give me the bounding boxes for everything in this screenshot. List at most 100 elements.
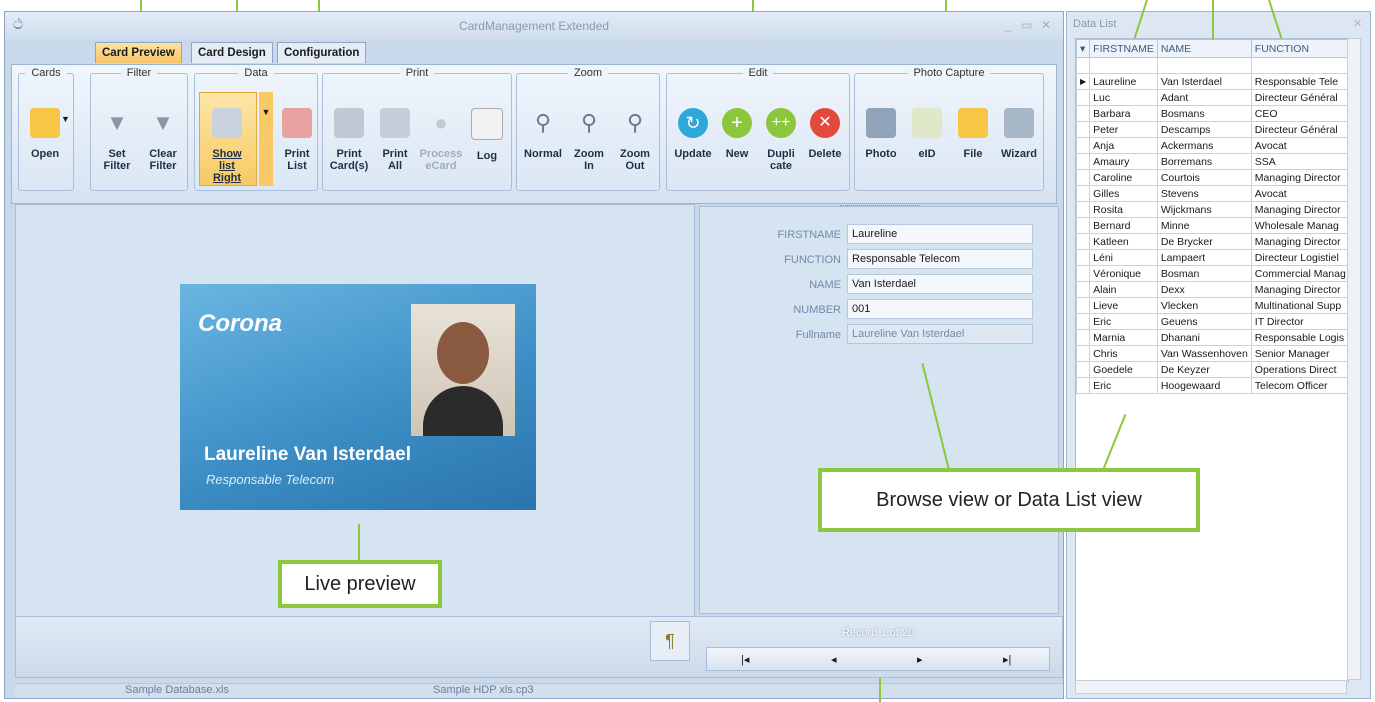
table-row[interactable]: Peter Descamps Directeur Général: [1076, 121, 1348, 138]
table-cell[interactable]: CEO: [1250, 105, 1348, 122]
table-cell[interactable]: Geuens: [1156, 313, 1252, 330]
table-row[interactable]: Amaury Borremans SSA: [1076, 153, 1348, 170]
tab-configuration[interactable]: Configuration: [277, 42, 367, 63]
filter-cell[interactable]: [1250, 57, 1348, 74]
dropdown-arrow-icon[interactable]: ▼: [61, 114, 70, 124]
table-row[interactable]: Caroline Courtois Managing Director: [1076, 169, 1348, 186]
table-cell[interactable]: Alain: [1089, 281, 1158, 298]
table-row[interactable]: Léni Lampaert Directeur Logistiel: [1076, 249, 1348, 266]
table-row[interactable]: Barbara Bosmans CEO: [1076, 105, 1348, 122]
table-cell[interactable]: Borremans: [1156, 153, 1252, 170]
table-cell[interactable]: Avocat: [1250, 137, 1348, 154]
firstname-field[interactable]: Laureline: [847, 224, 1033, 244]
filter-cell[interactable]: [1089, 57, 1158, 74]
table-cell[interactable]: Eric: [1089, 377, 1158, 394]
zoom-out-button[interactable]: ⚲ Zoom Out: [613, 108, 657, 172]
table-row[interactable]: Katleen De Brycker Managing Director: [1076, 233, 1348, 250]
table-row[interactable]: Goedele De Keyzer Operations Direct: [1076, 361, 1348, 378]
table-cell[interactable]: Rosita: [1089, 201, 1158, 218]
table-cell[interactable]: Hoogewaard: [1156, 377, 1252, 394]
table-row[interactable]: Eric Hoogewaard Telecom Officer: [1076, 377, 1348, 394]
table-cell[interactable]: Laureline: [1089, 73, 1158, 90]
maximize-button[interactable]: ▭: [1021, 18, 1032, 32]
print-list-button[interactable]: Print List: [275, 108, 319, 172]
name-field[interactable]: Van Isterdael: [847, 274, 1033, 294]
new-button[interactable]: + New: [715, 108, 759, 160]
minimize-button[interactable]: _: [1005, 18, 1012, 32]
table-row[interactable]: ▶ Laureline Van Isterdael Responsable Tele: [1076, 73, 1348, 90]
process-ecard-button[interactable]: ● Process eCard: [419, 108, 463, 172]
table-row[interactable]: Gilles Stevens Avocat: [1076, 185, 1348, 202]
previous-record-icon[interactable]: ◂: [831, 653, 837, 666]
table-cell[interactable]: Managing Director: [1250, 233, 1348, 250]
table-cell[interactable]: Managing Director: [1250, 281, 1348, 298]
table-row[interactable]: Marnia Dhanani Responsable Logis: [1076, 329, 1348, 346]
horizontal-scrollbar[interactable]: [1075, 680, 1347, 694]
table-cell[interactable]: Dhanani: [1156, 329, 1252, 346]
table-cell[interactable]: Chris: [1089, 345, 1158, 362]
table-cell[interactable]: Wholesale Manag: [1250, 217, 1348, 234]
column-header[interactable]: NAME: [1156, 39, 1252, 58]
table-cell[interactable]: Luc: [1089, 89, 1158, 106]
table-cell[interactable]: Courtois: [1156, 169, 1252, 186]
close-button[interactable]: ✕: [1041, 18, 1051, 32]
table-cell[interactable]: Van Wassenhoven: [1156, 345, 1252, 362]
tab-card-preview[interactable]: Card Preview: [95, 42, 182, 63]
table-row[interactable]: Chris Van Wassenhoven Senior Manager: [1076, 345, 1348, 362]
table-cell[interactable]: Anja: [1089, 137, 1158, 154]
table-cell[interactable]: Amaury: [1089, 153, 1158, 170]
table-cell[interactable]: Lieve: [1089, 297, 1158, 314]
table-row[interactable]: Anja Ackermans Avocat: [1076, 137, 1348, 154]
log-button[interactable]: Log: [465, 108, 509, 162]
column-header[interactable]: FIRSTNAME: [1089, 39, 1158, 58]
print-all-button[interactable]: Print All: [373, 108, 417, 172]
table-cell[interactable]: Directeur Général: [1250, 121, 1348, 138]
filter-cell[interactable]: [1156, 57, 1252, 74]
table-cell[interactable]: Telecom Officer: [1250, 377, 1348, 394]
table-row[interactable]: Véronique Bosman Commercial Manag: [1076, 265, 1348, 282]
splitter-handle[interactable]: [840, 205, 920, 210]
table-cell[interactable]: Caroline: [1089, 169, 1158, 186]
set-filter-button[interactable]: ▼ Set Filter: [95, 108, 139, 172]
table-row[interactable]: Alain Dexx Managing Director: [1076, 281, 1348, 298]
table-cell[interactable]: Gilles: [1089, 185, 1158, 202]
next-record-icon[interactable]: ▸: [917, 653, 923, 666]
table-cell[interactable]: Managing Director: [1250, 169, 1348, 186]
chevron-down-icon[interactable]: ▼: [259, 92, 273, 186]
show-list-right-button[interactable]: Show list Right: [205, 108, 249, 184]
pilcrow-button[interactable]: ¶: [650, 621, 690, 661]
table-row[interactable]: Rosita Wijckmans Managing Director: [1076, 201, 1348, 218]
number-field[interactable]: 001: [847, 299, 1033, 319]
wizard-button[interactable]: Wizard: [997, 108, 1041, 160]
table-cell[interactable]: Commercial Manag: [1250, 265, 1348, 282]
table-cell[interactable]: Bosman: [1156, 265, 1252, 282]
tab-card-design[interactable]: Card Design: [191, 42, 273, 63]
table-cell[interactable]: Goedele: [1089, 361, 1158, 378]
table-cell[interactable]: Multinational Supp: [1250, 297, 1348, 314]
table-cell[interactable]: Véronique: [1089, 265, 1158, 282]
table-cell[interactable]: Dexx: [1156, 281, 1252, 298]
table-cell[interactable]: Vlecken: [1156, 297, 1252, 314]
table-cell[interactable]: Managing Director: [1250, 201, 1348, 218]
table-cell[interactable]: Ackermans: [1156, 137, 1252, 154]
column-header[interactable]: FUNCTION: [1250, 39, 1348, 58]
vertical-scrollbar[interactable]: [1347, 38, 1361, 680]
update-button[interactable]: ↻ Update: [671, 108, 715, 160]
table-cell[interactable]: Wijckmans: [1156, 201, 1252, 218]
first-record-icon[interactable]: |◂: [741, 653, 749, 666]
function-field[interactable]: Responsable Telecom: [847, 249, 1033, 269]
table-row[interactable]: Eric Geuens IT Director: [1076, 313, 1348, 330]
table-cell[interactable]: Operations Direct: [1250, 361, 1348, 378]
table-cell[interactable]: Descamps: [1156, 121, 1252, 138]
table-cell[interactable]: Stevens: [1156, 185, 1252, 202]
duplicate-button[interactable]: ++ Dupli cate: [759, 108, 803, 172]
zoom-in-button[interactable]: ⚲ Zoom In: [567, 108, 611, 172]
table-row[interactable]: Luc Adant Directeur Général: [1076, 89, 1348, 106]
table-cell[interactable]: Senior Manager: [1250, 345, 1348, 362]
clear-filter-button[interactable]: ▼ Clear Filter: [141, 108, 185, 172]
table-cell[interactable]: Responsable Tele: [1250, 73, 1348, 90]
table-cell[interactable]: Marnia: [1089, 329, 1158, 346]
table-cell[interactable]: Avocat: [1250, 185, 1348, 202]
last-record-icon[interactable]: ▸|: [1003, 653, 1011, 666]
table-cell[interactable]: Lampaert: [1156, 249, 1252, 266]
